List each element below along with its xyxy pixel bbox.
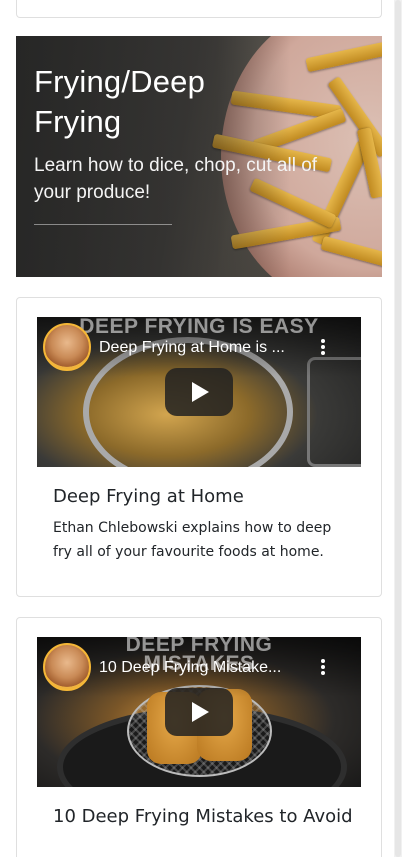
play-button[interactable] [165,368,233,416]
more-vert-icon[interactable] [320,659,326,677]
channel-avatar-icon[interactable] [43,323,91,371]
scrollbar-track[interactable] [394,0,402,857]
scrollbar-thumb[interactable] [395,0,401,857]
video-card: DEEP FRYING MISTAKES 10 Deep Frying Mist… [16,617,382,857]
hero-subtitle: Learn how to dice, chop, cut all of your… [34,155,318,203]
card-description: Ethan Chlebowski explains how to deep fr… [53,520,332,560]
video-embed[interactable]: DEEP FRYING IS EASY Deep Frying at Home … [37,317,361,467]
play-icon [192,382,209,402]
channel-avatar-icon[interactable] [43,643,91,691]
hero-divider [34,224,172,225]
card-title: 10 Deep Frying Mistakes to Avoid [53,806,353,827]
video-title-link[interactable]: Deep Frying at Home is ... [99,339,314,357]
video-card: DEEP FRYING IS EASY Deep Frying at Home … [16,297,382,597]
play-button[interactable] [165,688,233,736]
card-title: Deep Frying at Home [53,486,244,507]
previous-card-bottom [16,0,382,18]
hero-banner: Frying/Deep Frying Learn how to dice, ch… [16,36,382,277]
video-embed[interactable]: DEEP FRYING MISTAKES 10 Deep Frying Mist… [37,637,361,787]
play-icon [192,702,209,722]
video-title-link[interactable]: 10 Deep Frying Mistake... [99,659,314,677]
more-vert-icon[interactable] [320,339,326,357]
hero-title: Frying/Deep Frying [34,64,206,139]
